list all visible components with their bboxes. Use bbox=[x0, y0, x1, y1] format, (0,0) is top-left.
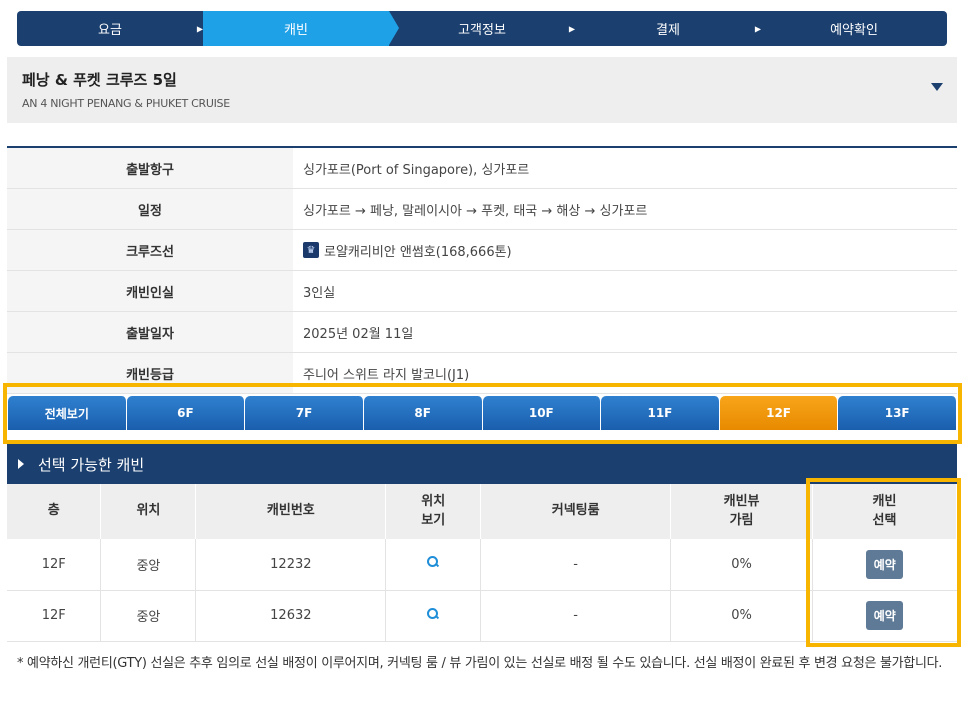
deck-tab-all[interactable]: 전체보기 bbox=[8, 396, 127, 430]
step-label: 캐빈 bbox=[284, 23, 308, 38]
cell-select: 예약 bbox=[812, 539, 957, 591]
deck-tab-6f[interactable]: 6F bbox=[126, 396, 246, 430]
cell-location: 중앙 bbox=[100, 539, 197, 591]
info-value: 3인실 bbox=[303, 285, 336, 301]
info-label: 출발항구 bbox=[7, 148, 293, 188]
table-row: 12F 중앙 12232 - 0% 예약 bbox=[7, 539, 957, 591]
info-value: ♛ 로얄캐리비안 앤썸호(168,666톤) bbox=[293, 230, 957, 270]
section-title: 선택 가능한 캐빈 bbox=[38, 455, 145, 474]
cell-floor: 12F bbox=[7, 539, 102, 591]
info-row-ship: 크루즈선 ♛ 로얄캐리비안 앤썸호(168,666톤) bbox=[7, 230, 957, 271]
info-label: 출발일자 bbox=[7, 312, 293, 352]
cell-view-location bbox=[385, 539, 482, 591]
cruise-title: 페낭 & 푸켓 크루즈 5일 bbox=[22, 71, 177, 89]
deck-tab-10f[interactable]: 10F bbox=[482, 396, 602, 430]
ship-name: 로얄캐리비안 앤썸호(168,666톤) bbox=[324, 244, 512, 260]
cell-connecting: - bbox=[480, 539, 672, 591]
booking-steps: 요금 ▶ 캐빈 고객정보 ▶ 결제 ▶ 예약확인 bbox=[17, 11, 947, 46]
caret-down-icon[interactable] bbox=[931, 83, 943, 91]
column-header-view-location: 위치 보기 bbox=[385, 484, 482, 539]
table-header-row: 층 위치 캐빈번호 위치 보기 커넥팅룸 캐빈뷰 가림 캐빈 선택 bbox=[7, 484, 957, 539]
info-row-occupancy: 캐빈인실 3인실 bbox=[7, 271, 957, 312]
deck-tab-7f[interactable]: 7F bbox=[245, 396, 364, 430]
step-cabin[interactable]: 캐빈 bbox=[203, 11, 399, 46]
step-fare[interactable]: 요금 ▶ bbox=[17, 11, 203, 46]
column-header-floor: 층 bbox=[7, 484, 102, 539]
cell-select: 예약 bbox=[812, 590, 957, 642]
cell-connecting: - bbox=[480, 590, 672, 642]
deck-tab-12f[interactable]: 12F bbox=[719, 396, 839, 430]
info-label: 크루즈선 bbox=[7, 230, 293, 270]
info-row-port: 출발항구 싱가포르(Port of Singapore), 싱가포르 bbox=[7, 148, 957, 189]
info-value: 싱가포르 → 페낭, 말레이시아 → 푸켓, 태국 → 해상 → 싱가포르 bbox=[303, 203, 648, 219]
info-label: 일정 bbox=[7, 189, 293, 229]
cell-view-obstruction: 0% bbox=[670, 539, 814, 591]
column-header-connecting-room: 커넥팅룸 bbox=[480, 484, 672, 539]
deck-tabs: 전체보기 6F 7F 8F 10F 11F 12F 13F bbox=[8, 396, 957, 430]
info-label: 캐빈인실 bbox=[7, 271, 293, 311]
deck-tab-11f[interactable]: 11F bbox=[601, 396, 720, 430]
cruise-info-table: 출발항구 싱가포르(Port of Singapore), 싱가포르 일정 싱가… bbox=[7, 146, 957, 394]
step-label: 결제 bbox=[656, 23, 680, 38]
info-row-itinerary: 일정 싱가포르 → 페낭, 말레이시아 → 푸켓, 태국 → 해상 → 싱가포르 bbox=[7, 189, 957, 230]
cell-view-location bbox=[385, 590, 482, 642]
search-icon[interactable] bbox=[427, 556, 439, 568]
column-header-select: 캐빈 선택 bbox=[812, 484, 957, 539]
cell-location: 중앙 bbox=[100, 590, 197, 642]
cell-cabin-number: 12632 bbox=[195, 590, 387, 642]
deck-tab-13f[interactable]: 13F bbox=[838, 396, 957, 430]
search-icon[interactable] bbox=[427, 607, 439, 620]
column-header-location: 위치 bbox=[100, 484, 197, 539]
step-label: 고객정보 bbox=[458, 23, 506, 38]
reserve-button[interactable]: 예약 bbox=[866, 601, 904, 630]
info-value: 싱가포르(Port of Singapore), 싱가포르 bbox=[303, 162, 530, 178]
info-value: 2025년 02월 11일 bbox=[303, 326, 414, 342]
cell-view-obstruction: 0% bbox=[670, 590, 814, 642]
cruise-subtitle: AN 4 NIGHT PENANG & PHUKET CRUISE bbox=[22, 97, 230, 110]
cruise-summary-panel[interactable]: 페낭 & 푸켓 크루즈 5일 AN 4 NIGHT PENANG & PHUKE… bbox=[7, 57, 957, 123]
step-label: 요금 bbox=[98, 23, 122, 38]
step-label: 예약확인 bbox=[830, 23, 878, 38]
cell-cabin-number: 12232 bbox=[195, 539, 387, 591]
step-customer-info[interactable]: 고객정보 ▶ bbox=[389, 11, 575, 46]
reserve-button[interactable]: 예약 bbox=[866, 549, 904, 579]
available-cabins-header: 선택 가능한 캐빈 bbox=[7, 444, 957, 484]
cruise-line-logo-icon: ♛ bbox=[303, 242, 319, 258]
column-header-cabin-number: 캐빈번호 bbox=[195, 484, 387, 539]
column-header-view-obstruction: 캐빈뷰 가림 bbox=[670, 484, 814, 539]
info-row-departure-date: 출발일자 2025년 02월 11일 bbox=[7, 312, 957, 353]
triangle-right-icon bbox=[18, 459, 24, 469]
deck-tab-8f[interactable]: 8F bbox=[363, 396, 483, 430]
table-row: 12F 중앙 12632 - 0% 예약 bbox=[7, 590, 957, 642]
notice-text: * 예약하신 개런티(GTY) 선실은 추후 임의로 선실 배정이 이루어지며,… bbox=[17, 656, 943, 671]
step-payment[interactable]: 결제 ▶ bbox=[575, 11, 761, 46]
cabin-table: 층 위치 캐빈번호 위치 보기 커넥팅룸 캐빈뷰 가림 캐빈 선택 12F 중앙… bbox=[7, 484, 957, 642]
step-confirmation[interactable]: 예약확인 bbox=[761, 11, 947, 46]
cell-floor: 12F bbox=[7, 590, 102, 642]
